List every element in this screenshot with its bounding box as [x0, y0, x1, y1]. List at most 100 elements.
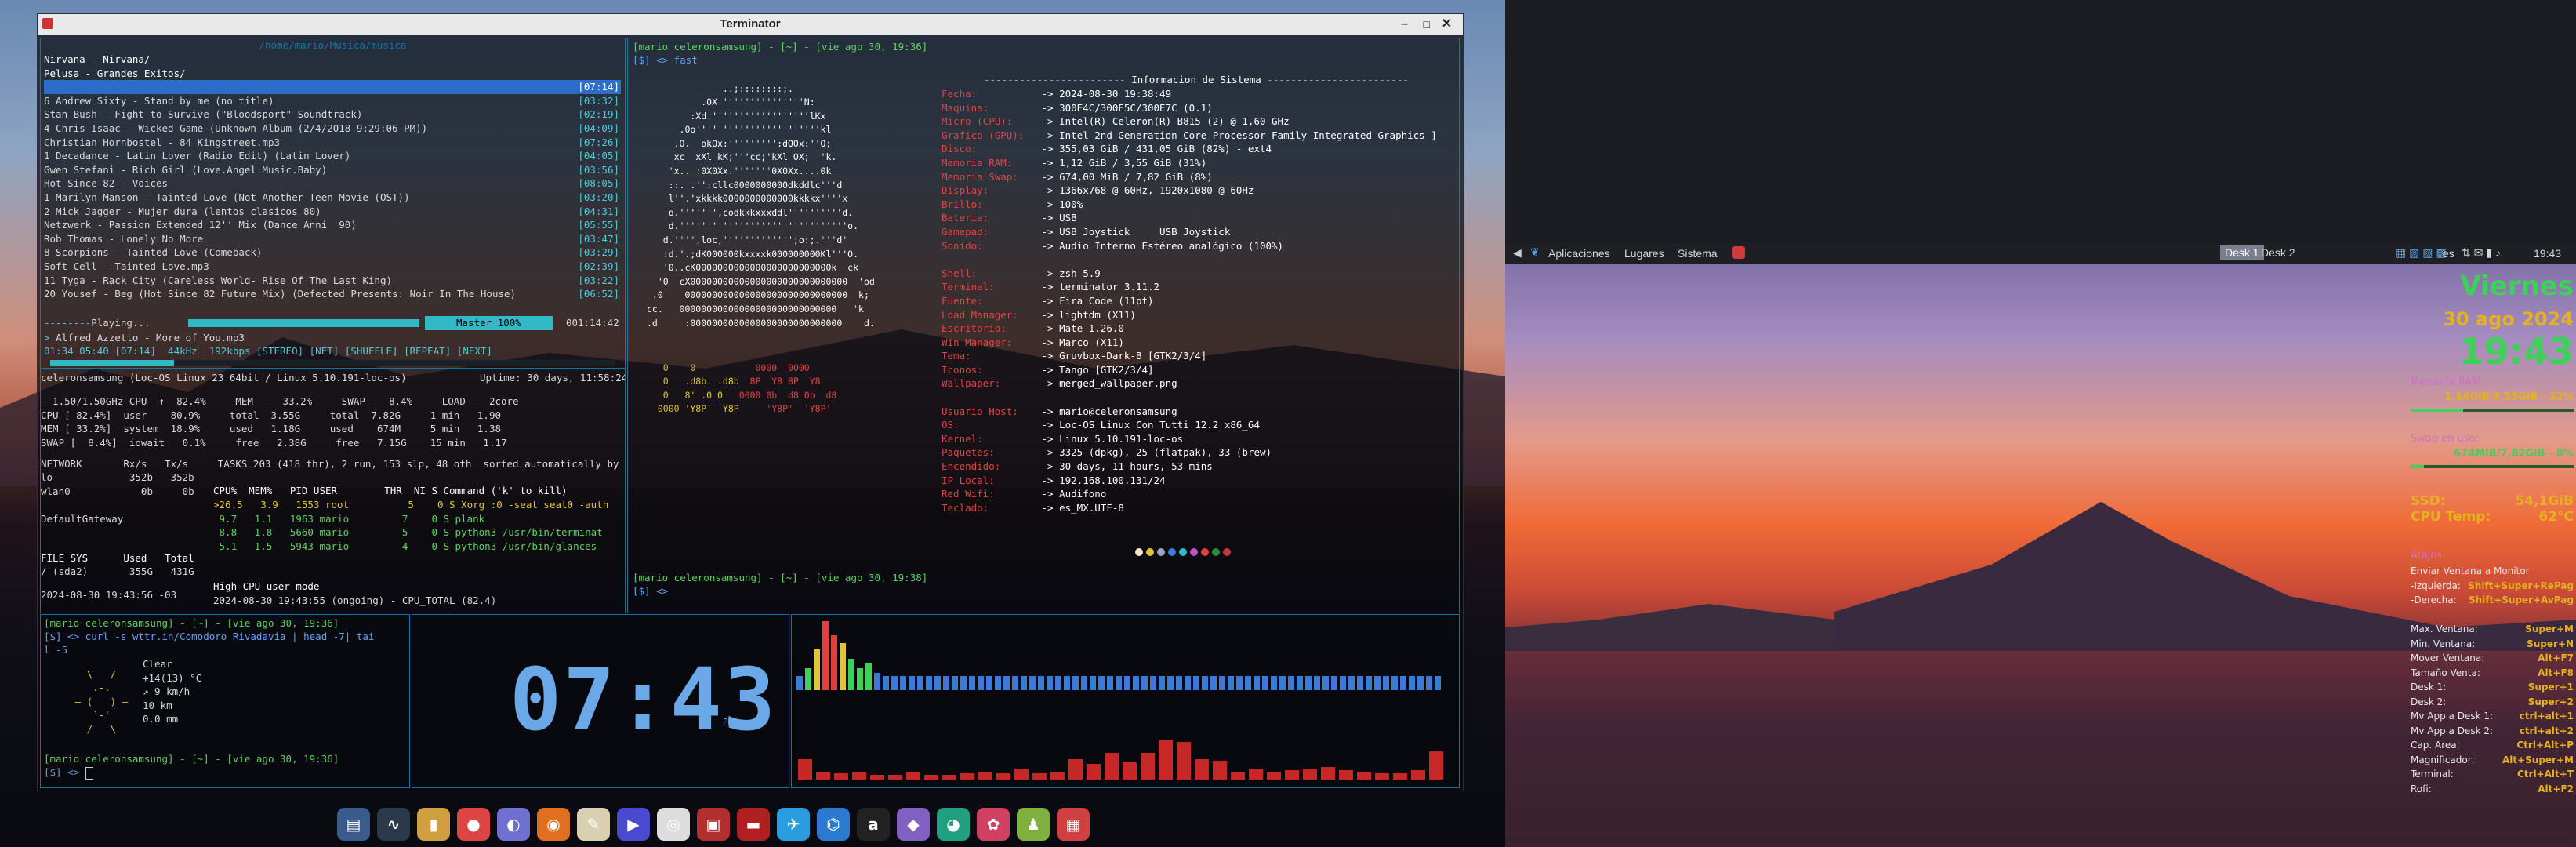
table-row[interactable]: >26.5 3.9 1553 root 5 0 S Xorg :0 -seat … [213, 498, 608, 512]
window-titlebar[interactable]: Terminator – □ ✕ [38, 14, 1463, 35]
track-time: [03:32] [578, 94, 619, 107]
list-item[interactable]: 1 Marilyn Manson - Tainted Love (Not Ano… [44, 191, 621, 205]
info-key: Teclado: [942, 501, 989, 514]
info-row: Terminal: -> terminator 3.11.2 [942, 280, 1437, 294]
list-item[interactable]: Rob Thomas - Lonely No More [03:47] [44, 232, 621, 246]
track-time: [05:55] [578, 219, 619, 231]
tor-icon[interactable]: ◆ [897, 808, 930, 841]
visualizer-top [796, 621, 1441, 690]
cpu-row: SWAP [ 8.4%] iowait 0.1% free 2.38G free… [41, 436, 507, 449]
music-list[interactable]: Nirvana - Nirvana/Pelusa - Grandes Exito… [44, 53, 621, 301]
track-time: [08:05] [578, 177, 619, 190]
list-item[interactable]: Netzwerk - Passion Extended 12'' Mix (Da… [44, 218, 621, 232]
vscode-icon[interactable]: ⌬ [817, 808, 850, 841]
terminator-window[interactable]: Terminator – □ ✕ /home/mario/Música/musi… [37, 13, 1464, 791]
calendar-icon[interactable] [1732, 246, 1745, 259]
archive-icon[interactable]: ▣ [697, 808, 730, 841]
weather-prompt2-cmd[interactable]: [$] <> [44, 765, 93, 780]
weather-pane[interactable]: [mario celeronsamsung] - [~] - [vie ago … [40, 614, 410, 788]
panel-arrow-icon[interactable]: ◀ [1513, 246, 1522, 260]
list-item[interactable]: 11 Tyga - Rack City (Careless World- Ris… [44, 274, 621, 288]
chrome-icon[interactable]: ● [457, 808, 490, 841]
table-row[interactable]: 8.8 1.8 5660 mario 5 0 S python3 /usr/bi… [213, 525, 608, 540]
info-value: lightdm (X11) [1059, 308, 1136, 321]
minimize-icon[interactable]: – [1401, 14, 1408, 35]
visualizer-bar [1090, 676, 1096, 690]
chat-icon[interactable]: ◕ [937, 808, 970, 841]
terminal-icon[interactable]: ▬ [737, 808, 770, 841]
list-item[interactable]: Christian Hornbostel - 84 Kingstreet.mp3… [44, 136, 621, 150]
maximize-icon[interactable]: □ [1424, 14, 1430, 35]
keyboard-lang[interactable]: es [2443, 247, 2454, 260]
desk-2-button[interactable]: Desk 2 [2261, 246, 2295, 259]
list-item[interactable]: Gwen Stefani - Rich Girl (Love.Angel.Mus… [44, 163, 621, 177]
visualizer-bar [1219, 676, 1225, 690]
camera-icon[interactable]: ◎ [657, 808, 690, 841]
settings-icon[interactable]: ✿ [977, 808, 1010, 841]
menu-system[interactable]: Sistema [1678, 247, 1718, 260]
palette-dot [1157, 548, 1165, 556]
shortcut-row: Mover Ventana: Alt+F7 [2411, 653, 2574, 667]
menu-applications[interactable]: Aplicaciones [1548, 247, 1610, 260]
music-volume-bar[interactable] [188, 319, 419, 327]
list-item[interactable]: 6 Andrew Sixty - Stand by me (no title) [… [44, 94, 621, 108]
firefox-icon[interactable]: ◉ [537, 808, 570, 841]
info-arrow: -> [1036, 308, 1060, 321]
activity-icon[interactable]: ∿ [377, 808, 410, 841]
files-icon[interactable]: ▮ [417, 808, 450, 841]
glances-pane[interactable]: celeronsamsung (Loc-OS Linux 23 64bit / … [40, 369, 626, 613]
bottle-icon[interactable]: ♟ [1017, 808, 1050, 841]
fs-header: FILE SYS Used Total [41, 552, 194, 564]
tray-icons[interactable]: ▦ ▧ ▨ ▩ [2396, 246, 2447, 260]
menu-places[interactable]: Lugares [1624, 247, 1664, 260]
visualizer-bar [1133, 676, 1139, 690]
process-list[interactable]: >26.5 3.9 1553 root 5 0 S Xorg :0 -seat … [213, 498, 608, 553]
network-rows: lo 352b 352b wlan0 0b 0b DefaultGateway [41, 471, 194, 525]
amazon-icon[interactable]: a [857, 808, 890, 841]
list-item[interactable]: 1 Decadance - Latin Lover (Radio Edit) (… [44, 149, 621, 163]
prompt2-cmd: [$] <> [633, 585, 669, 597]
system-info: Fecha: -> 2024-08-30 19:38:49 Maquina: ->… [942, 87, 1437, 514]
telegram-icon[interactable]: ✈ [777, 808, 810, 841]
list-item[interactable]: 8 Scorpions - Tainted Love (Comeback) [03… [44, 245, 621, 260]
network-row: lo 352b 352b [41, 471, 194, 483]
visualizer-bar [1417, 676, 1424, 690]
visualizer-bar [1279, 676, 1286, 690]
editor-icon[interactable]: ✎ [577, 808, 610, 841]
list-item[interactable]: Soft Cell - Tainted Love.mp3 [02:39] [44, 260, 621, 274]
mate-logo-icon[interactable]: ❦ [1530, 245, 1540, 259]
palette-dot [1201, 548, 1209, 556]
table-row[interactable]: 5.1 1.5 5943 mario 4 0 S python3 /usr/bi… [213, 540, 608, 554]
list-item[interactable]: 2 Mick Jagger - Mujer dura (lentos clasi… [44, 205, 621, 219]
conky-date: 30 ago 2024 [2443, 308, 2574, 330]
list-item[interactable]: [07:14] [44, 80, 621, 94]
notes-icon[interactable]: ▦ [1057, 808, 1090, 841]
media-icon[interactable]: ▶ [617, 808, 650, 841]
close-icon[interactable]: ✕ [1442, 14, 1452, 35]
network-volume-icons[interactable]: ⇅ ✉ ▮ ♪ [2462, 246, 2501, 260]
visualizer-bar [1366, 676, 1372, 690]
list-item[interactable]: Pelusa - Grandes Exitos/ [44, 67, 621, 81]
visualizer-bar [1193, 676, 1199, 690]
list-item[interactable]: Nirvana - Nirvana/ [44, 53, 621, 67]
visualizer-bar [1021, 676, 1027, 690]
shortcut-row: Mv App a Desk 2: ctrl+alt+2 [2411, 725, 2574, 740]
list-item[interactable]: Hot Since 82 - Voices [08:05] [44, 176, 621, 191]
desk-1-button[interactable]: Desk 1 [2220, 245, 2264, 260]
list-item[interactable]: 4 Chris Isaac - Wicked Game (Unknown Alb… [44, 122, 621, 136]
info-value: 100% [1059, 198, 1083, 210]
table-row[interactable]: 9.7 1.1 1963 mario 7 0 S plank [213, 512, 608, 526]
visualizer-bar [1429, 751, 1443, 780]
list-item[interactable]: Stan Bush - Fight to Survive ("Bloodspor… [44, 107, 621, 122]
shortcut-label: Mv App a Desk 2: [2411, 725, 2494, 736]
neofetch-pane[interactable]: [mario celeronsamsung] - [~] - [vie ago … [627, 38, 1460, 613]
shortcut-keys: Super+M [2525, 623, 2574, 634]
music-progress-track[interactable] [50, 360, 615, 366]
visualizer-bar [926, 676, 932, 690]
browser-icon[interactable]: ◐ [497, 808, 530, 841]
list-item[interactable]: 20 Yousef - Beg (Hot Since 82 Future Mix… [44, 287, 621, 301]
music-player-pane[interactable]: /home/mario/Música/musica Nirvana - Nirv… [40, 38, 626, 369]
system-monitor-icon[interactable]: ▤ [337, 808, 370, 841]
track-time: [03:29] [578, 246, 619, 259]
panel-clock[interactable]: 19:43 [2534, 247, 2561, 260]
